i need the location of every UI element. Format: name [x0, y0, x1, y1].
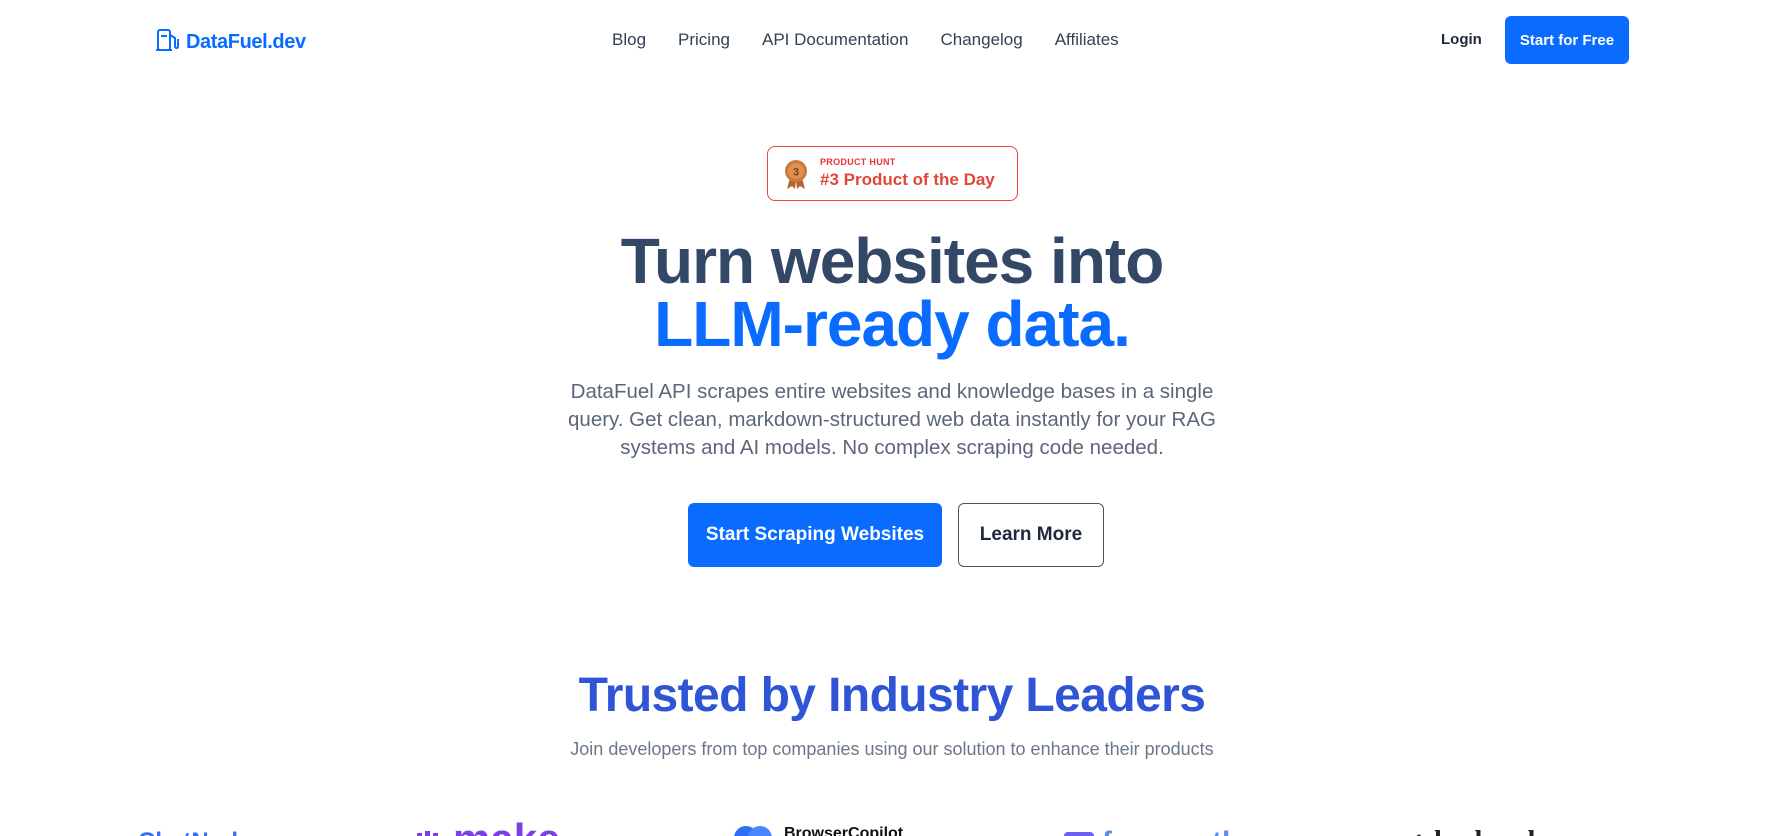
- nav-item-affiliates[interactable]: Affiliates: [1055, 30, 1119, 50]
- logo-frequently: frequently: [1064, 826, 1247, 836]
- trusted-subtitle: Join developers from top companies using…: [570, 739, 1214, 759]
- partner-logos: ChatNode make BrowserCopilot frequently …: [0, 815, 1784, 836]
- nav-item-api-documentation[interactable]: API Documentation: [762, 30, 908, 50]
- medal-number: 3: [793, 166, 799, 178]
- trusted-title: Trusted by Industry Leaders: [578, 669, 1206, 722]
- logo-hashnode: hashnode: [1390, 826, 1548, 836]
- start-scraping-button[interactable]: Start Scraping Websites: [688, 503, 942, 567]
- hero-title: Turn websites into LLM-ready data.: [0, 225, 1784, 360]
- logo-browsercopilot: BrowserCopilot: [732, 822, 903, 836]
- badge-title: #3 Product of the Day: [820, 170, 995, 189]
- frequently-icon: [1064, 832, 1094, 836]
- login-link[interactable]: Login: [1441, 31, 1482, 48]
- badge-label: PRODUCT HUNT: [820, 157, 896, 167]
- page: DataFuel.dev Blog Pricing API Documentat…: [0, 0, 1784, 836]
- hero-title-line2: LLM-ready data.: [654, 288, 1131, 360]
- fuel-pump-icon: [156, 27, 180, 58]
- logo-frequently-text: frequently: [1102, 826, 1247, 836]
- hero-subtitle: DataFuel API scrapes entire websites and…: [568, 380, 1216, 459]
- brand-name: DataFuel.dev: [186, 31, 306, 53]
- learn-more-button[interactable]: Learn More: [958, 503, 1104, 567]
- hero-title-line1: Turn websites into: [620, 225, 1165, 297]
- nav-item-pricing[interactable]: Pricing: [678, 30, 730, 50]
- logo-make-text: make: [453, 815, 560, 836]
- logo-chatnode: ChatNode: [138, 828, 251, 836]
- nav-item-blog[interactable]: Blog: [612, 30, 646, 50]
- medal-icon: 3: [782, 158, 810, 190]
- product-hunt-badge[interactable]: 3 PRODUCT HUNT #3 Product of the Day: [767, 146, 1018, 201]
- nav-item-changelog[interactable]: Changelog: [940, 30, 1022, 50]
- main-nav: Blog Pricing API Documentation Changelog…: [612, 30, 1119, 50]
- logo-hashnode-text: hashnode: [1434, 826, 1548, 836]
- logo-browsercopilot-text: BrowserCopilot: [784, 825, 904, 836]
- logo-make: make: [415, 815, 560, 836]
- brand-logo[interactable]: DataFuel.dev: [156, 27, 306, 58]
- start-for-free-button[interactable]: Start for Free: [1505, 16, 1629, 64]
- site-header: DataFuel.dev Blog Pricing API Documentat…: [0, 0, 1784, 80]
